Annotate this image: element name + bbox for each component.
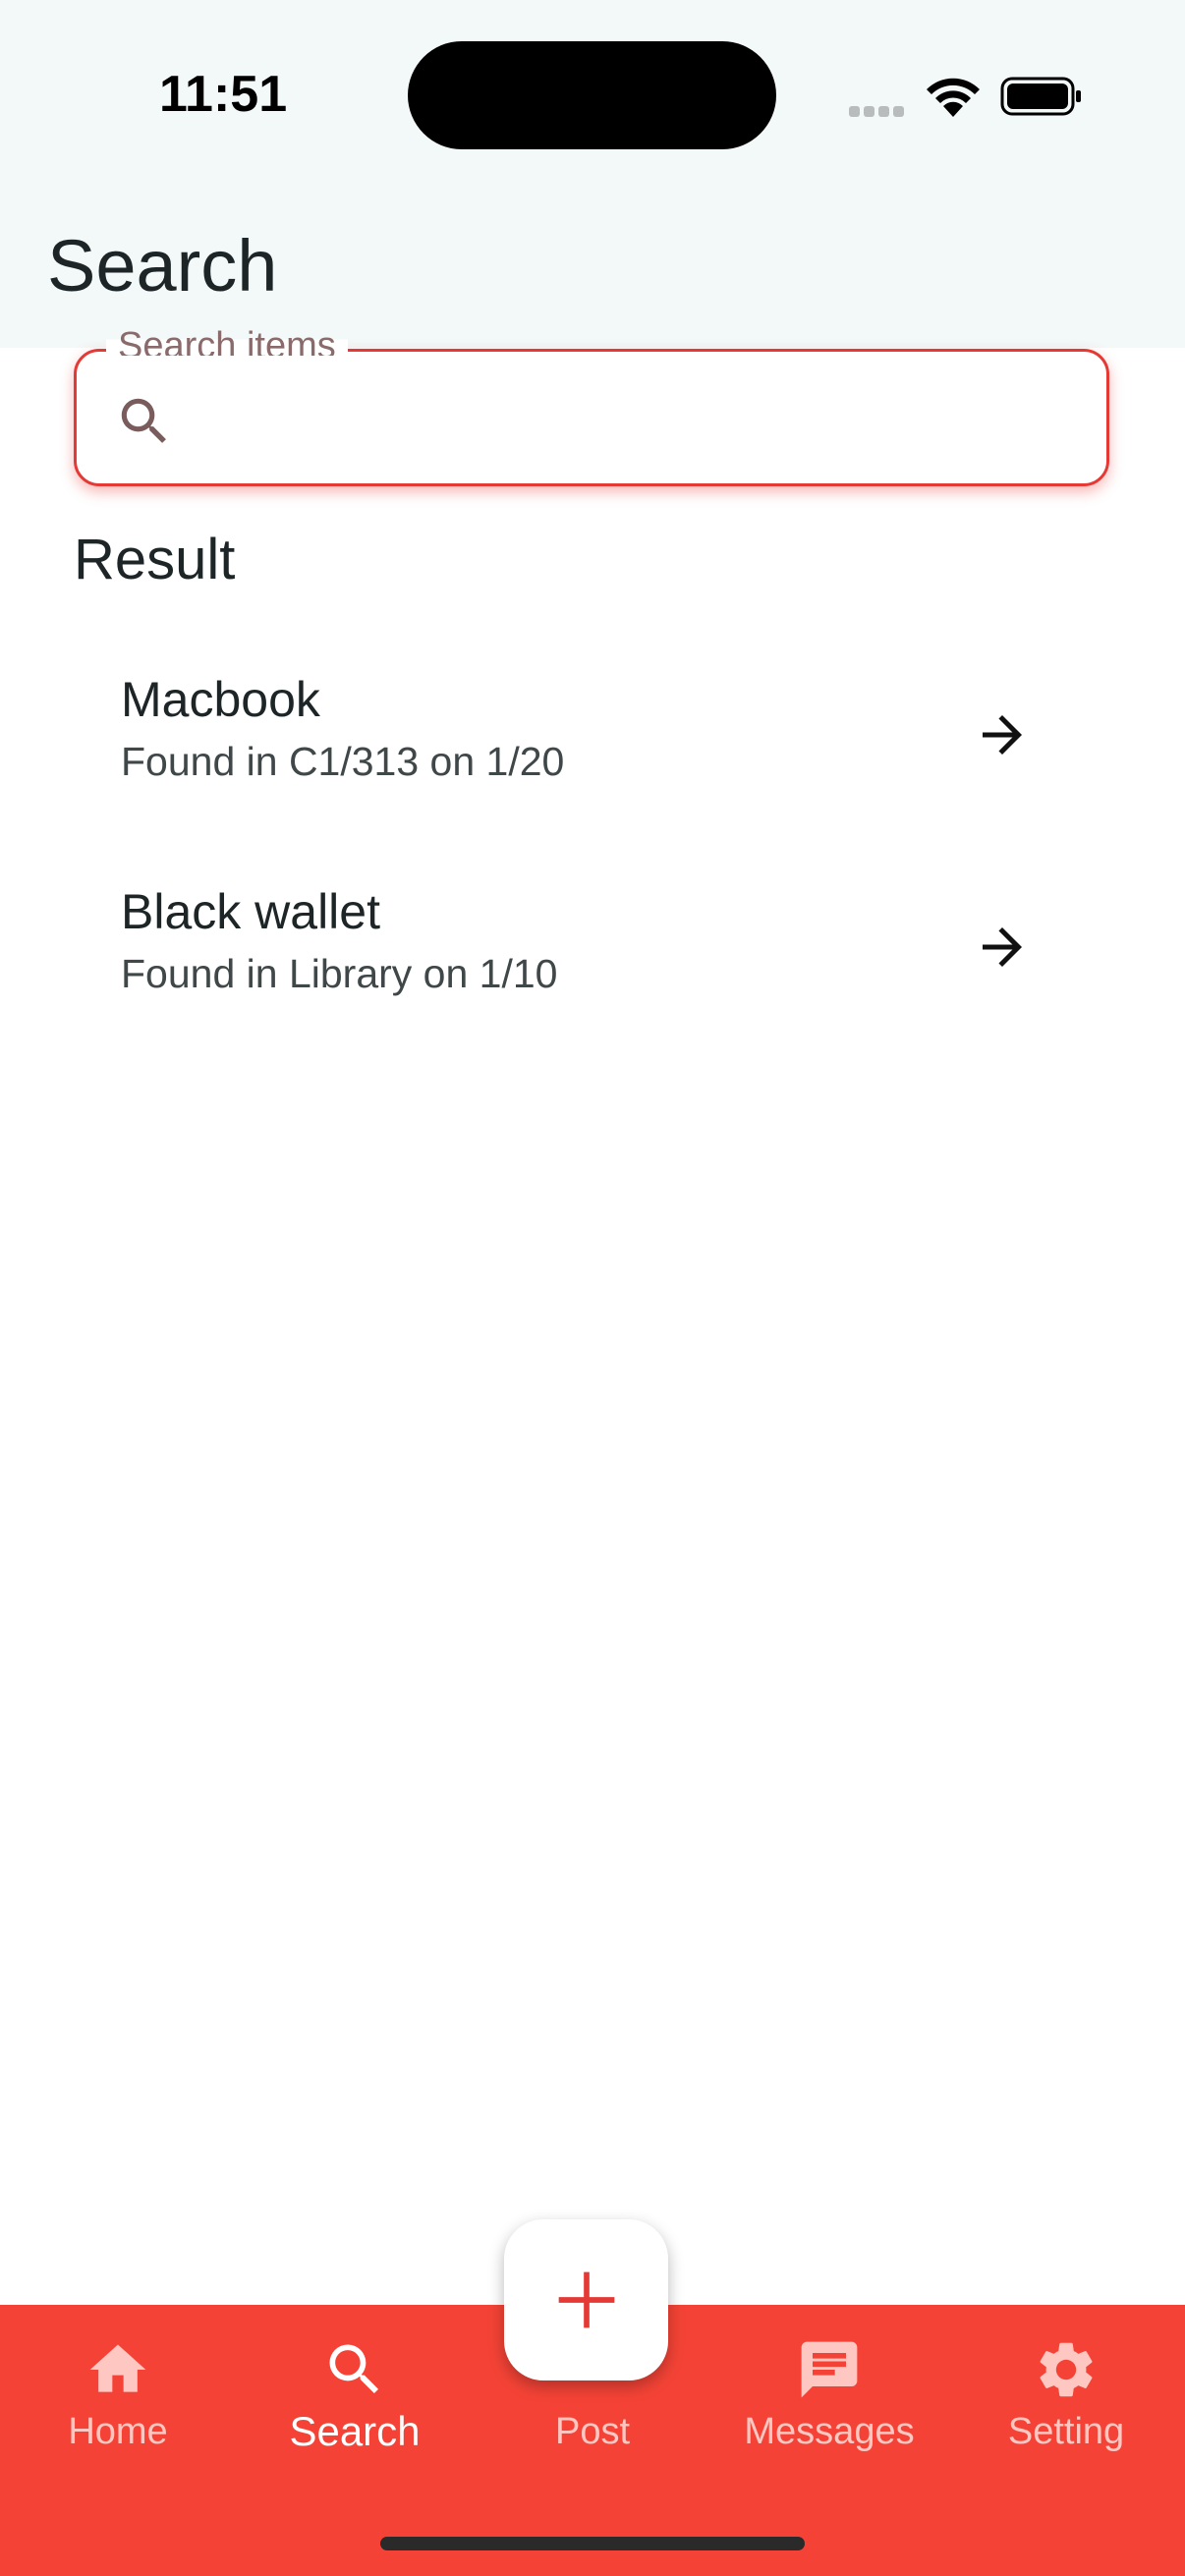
nav-item-setting[interactable]: Setting [958, 2324, 1174, 2472]
header: 11:51 Search [0, 0, 1185, 348]
item-subtitle: Found in Library on 1/10 [121, 951, 558, 996]
search-input[interactable] [199, 381, 1068, 456]
home-icon [89, 2344, 146, 2392]
search-field[interactable]: Search items [74, 322, 1109, 486]
nav-item-messages[interactable]: Messages [721, 2324, 937, 2472]
result-heading: Result [74, 528, 236, 591]
battery-icon [1000, 77, 1081, 116]
nav-label: Post [554, 2411, 631, 2452]
plus-icon [558, 2271, 615, 2328]
nav-item-home[interactable]: Home [10, 2324, 226, 2472]
status-time: 11:51 [159, 66, 288, 123]
post-button[interactable] [504, 2219, 668, 2380]
nav-label: Setting [1007, 2411, 1125, 2452]
wifi-icon [927, 78, 980, 117]
nav-label: Home [68, 2411, 168, 2452]
dynamic-island [408, 41, 776, 149]
list-item[interactable]: Black wallet Found in Library on 1/10 [74, 849, 1111, 1041]
gear-icon [1040, 2342, 1093, 2397]
cellular-signal-icon [849, 102, 908, 117]
nav-label: Messages [744, 2411, 915, 2452]
arrow-right-icon[interactable] [973, 705, 1032, 764]
search-icon [121, 398, 166, 443]
message-icon [801, 2341, 858, 2398]
item-title: Black wallet [121, 884, 380, 939]
item-title: Macbook [121, 672, 320, 727]
arrow-right-icon[interactable] [973, 918, 1032, 977]
nav-label: Search [289, 2408, 421, 2454]
search-icon [329, 2344, 379, 2394]
app-screen: 11:51 Search Search items Result Macbook… [0, 0, 1185, 2576]
nav-item-search[interactable]: Search [247, 2324, 463, 2472]
search-field-label: Search items [106, 322, 348, 356]
home-indicator[interactable] [380, 2537, 805, 2550]
item-subtitle: Found in C1/313 on 1/20 [121, 739, 565, 784]
page-title: Search [47, 225, 278, 307]
list-item[interactable]: Macbook Found in C1/313 on 1/20 [74, 637, 1111, 829]
